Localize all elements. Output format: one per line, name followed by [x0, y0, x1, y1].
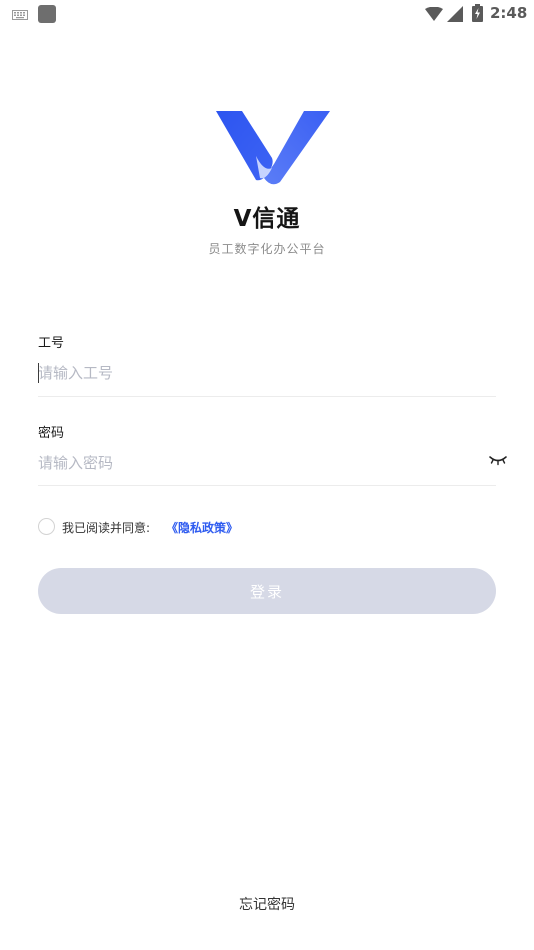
status-bar: 2:48: [0, 0, 534, 30]
login-button[interactable]: 登录: [38, 568, 496, 614]
forgot-password-link[interactable]: 忘记密码: [0, 894, 534, 914]
signal-icon: [447, 6, 463, 22]
eye-closed-icon[interactable]: [488, 454, 508, 466]
password-divider: [38, 485, 496, 486]
keyboard-icon: [12, 10, 28, 20]
app-name-suffix: 信通: [252, 206, 301, 232]
app-name: V信通: [0, 199, 534, 233]
employee-id-input[interactable]: [38, 355, 496, 391]
employee-id-divider: [38, 396, 496, 397]
agreement-checkbox[interactable]: [38, 518, 55, 535]
agreement-text: 我已阅读并同意:: [62, 521, 151, 535]
notification-square-icon: [38, 5, 56, 23]
battery-icon: [472, 4, 483, 22]
password-input[interactable]: [38, 445, 478, 481]
app-name-prefix: V: [233, 206, 253, 232]
v-logo-icon: [216, 111, 330, 185]
wifi-icon: [425, 7, 443, 21]
employee-id-label: 工号: [38, 336, 65, 351]
text-cursor: [38, 363, 39, 383]
password-label: 密码: [38, 426, 65, 441]
status-time: 2:48: [490, 4, 528, 22]
app-tagline: 员工数字化办公平台: [208, 242, 326, 256]
privacy-policy-link[interactable]: 《隐私政策》: [166, 519, 238, 536]
